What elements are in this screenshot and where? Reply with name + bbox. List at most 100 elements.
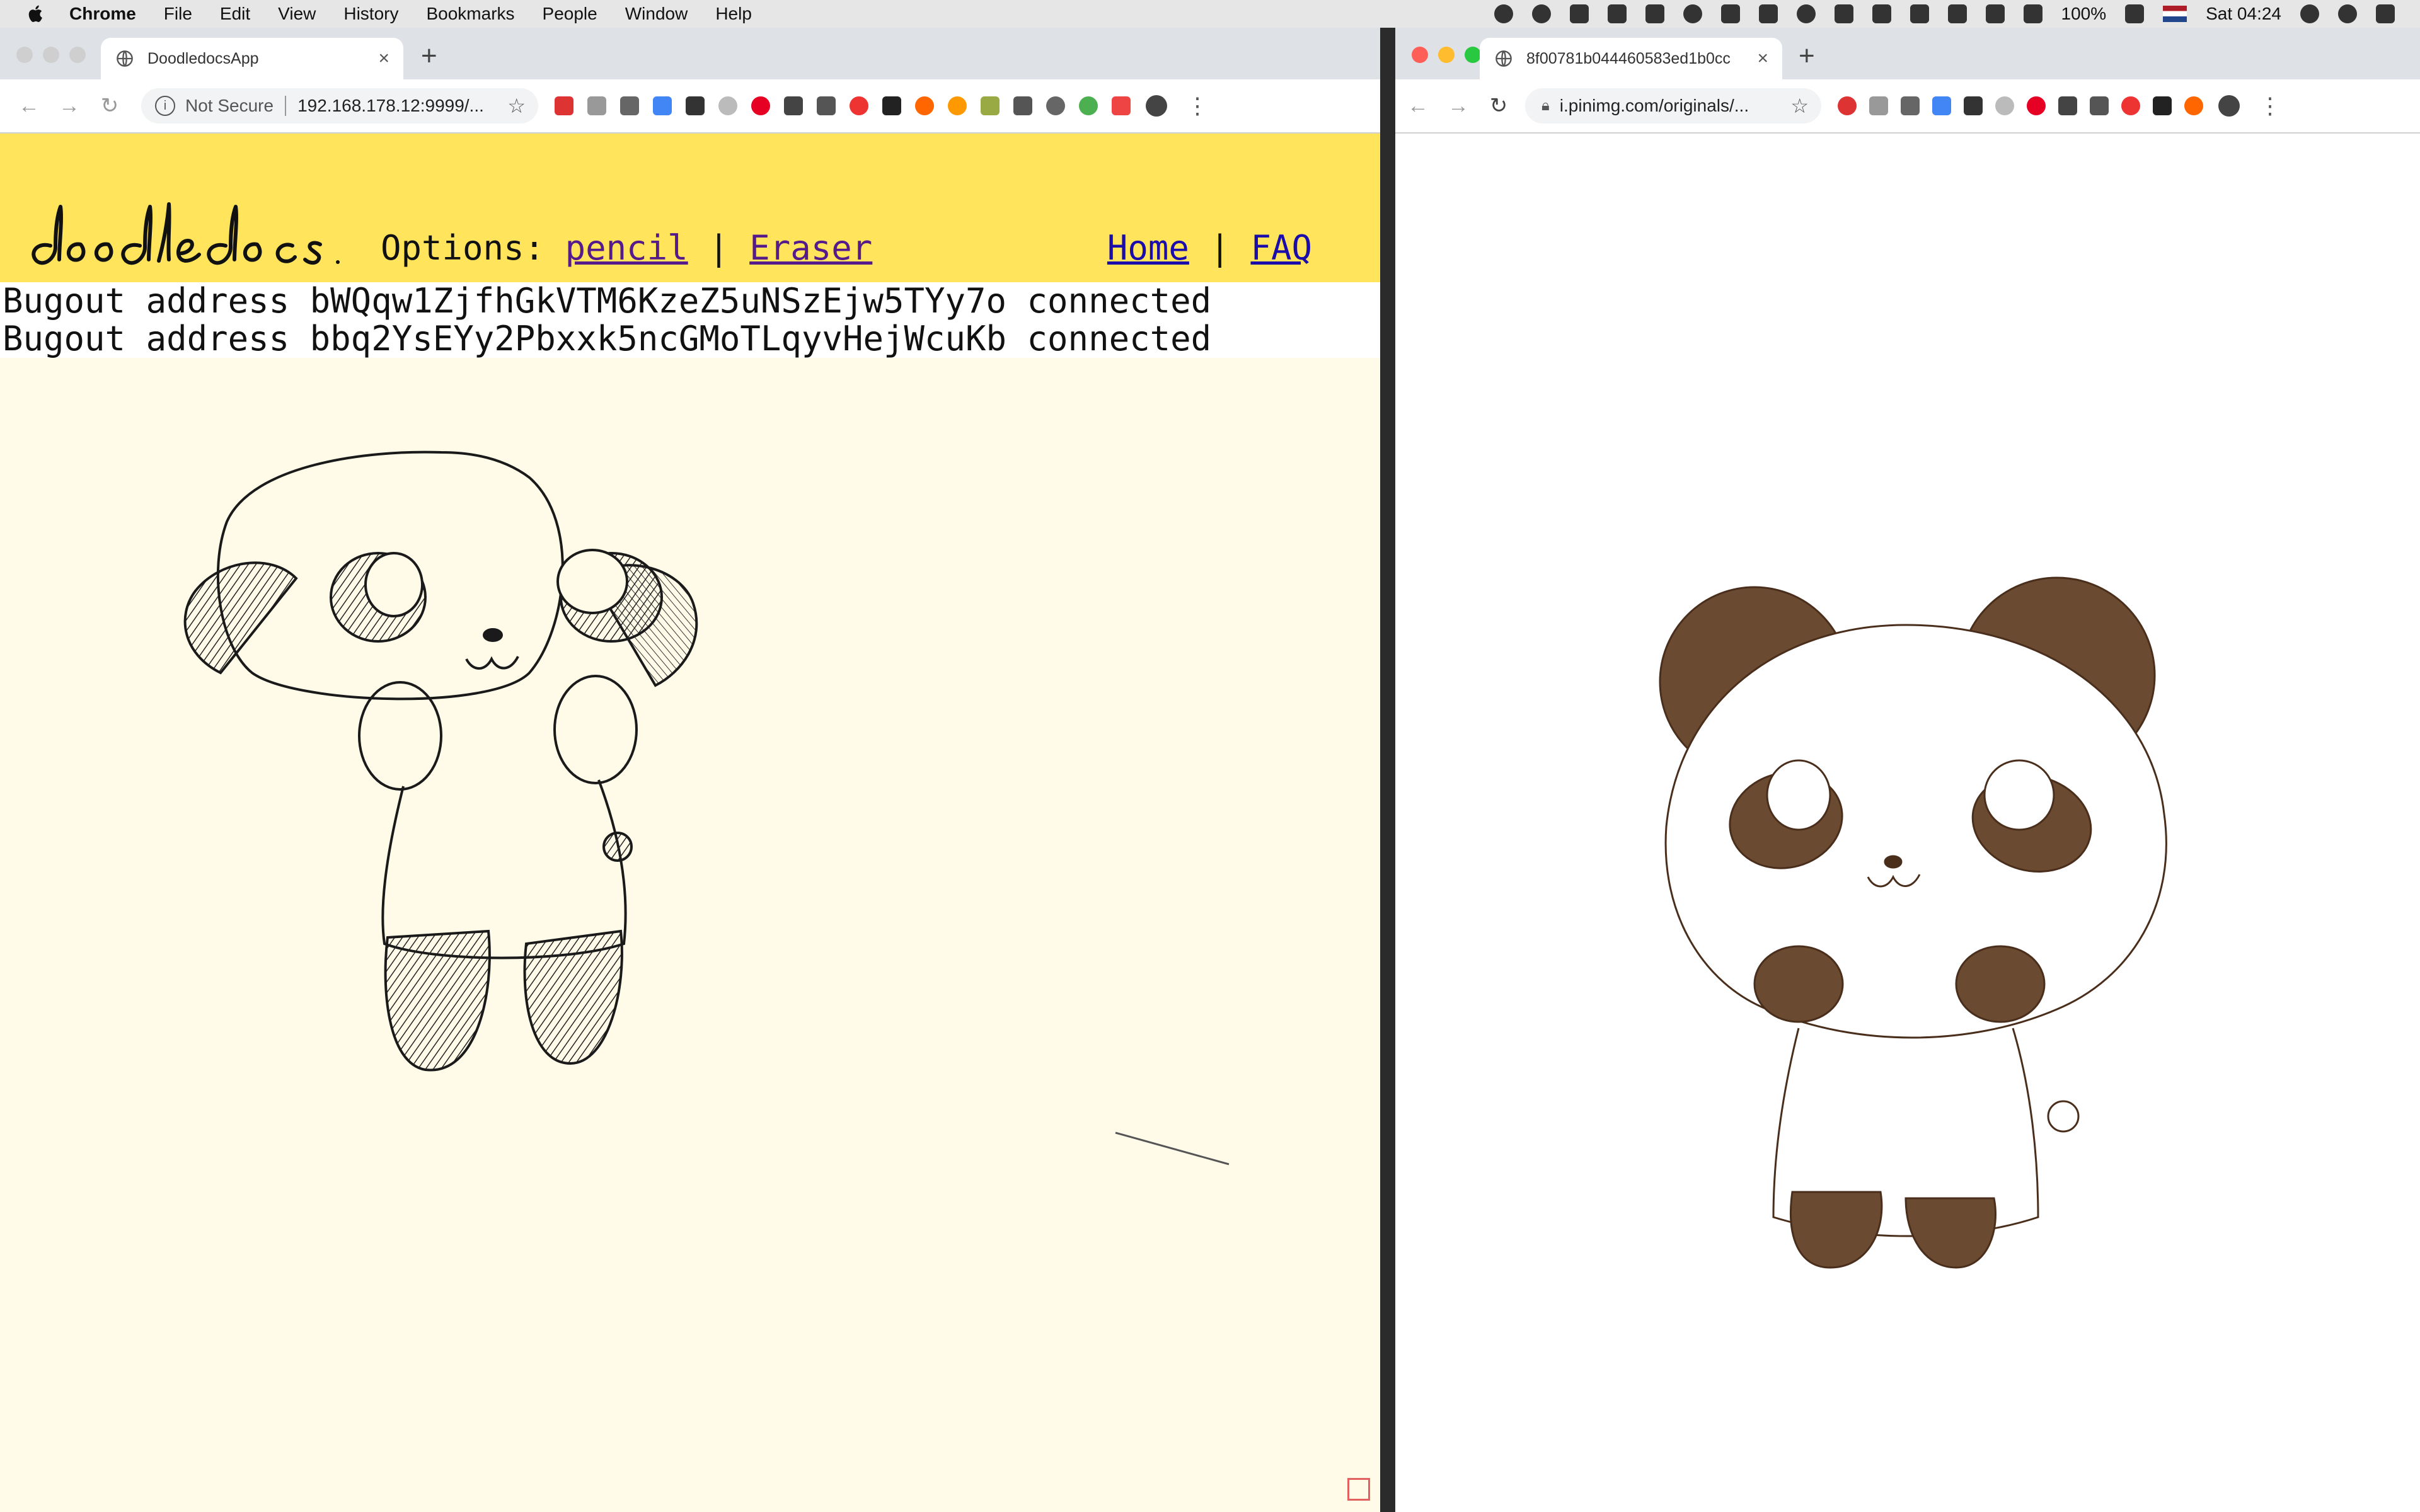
adblock-extension-icon[interactable] — [1838, 96, 1857, 115]
extensions-bar — [555, 96, 1131, 115]
creative-cloud-icon[interactable] — [1683, 4, 1702, 23]
clipboard-status-icon[interactable] — [1569, 4, 1589, 23]
menu-kebab-icon[interactable]: ⋮ — [2259, 93, 2281, 119]
reader-extension-icon[interactable] — [882, 96, 901, 115]
profile-avatar[interactable] — [1146, 95, 1167, 117]
evernote-status-icon[interactable] — [1910, 4, 1929, 23]
reload-icon[interactable]: ↻ — [89, 93, 130, 118]
close-tab-icon[interactable]: × — [378, 48, 389, 69]
color-extension-icon[interactable] — [1079, 96, 1098, 115]
zoom-window-button[interactable] — [1465, 47, 1481, 63]
xcode-status-icon[interactable] — [1494, 4, 1513, 23]
url-text[interactable]: 192.168.178.12:9999/... — [297, 96, 484, 116]
faq-link[interactable]: FAQ — [1250, 228, 1312, 268]
profile-avatar[interactable] — [2218, 95, 2240, 117]
input-source-flag-icon[interactable] — [2163, 6, 2187, 22]
eye-extension-icon[interactable] — [1995, 96, 2014, 115]
timer-extension-icon[interactable] — [2090, 96, 2109, 115]
honey-extension-icon[interactable] — [2058, 96, 2077, 115]
drawing-canvas[interactable] — [0, 358, 1380, 1512]
menu-window[interactable]: Window — [625, 4, 688, 24]
mixpanel-extension-icon[interactable] — [2184, 96, 2203, 115]
notification-center-icon[interactable] — [2376, 4, 2395, 23]
new-tab-button[interactable]: + — [421, 40, 437, 72]
menu-kebab-icon[interactable]: ⋮ — [1186, 93, 1209, 119]
minimize-window-button[interactable] — [43, 47, 59, 63]
close-tab-icon[interactable]: × — [1757, 48, 1768, 69]
canvas-resize-handle[interactable] — [1347, 1478, 1370, 1501]
wifi-icon[interactable] — [1947, 4, 1967, 23]
menubar-clock[interactable]: Sat 04:24 — [2206, 4, 2281, 24]
siri-icon[interactable] — [2338, 4, 2357, 23]
menu-edit[interactable]: Edit — [220, 4, 250, 24]
doodledocs-logo[interactable] — [25, 195, 347, 270]
json-extension-icon[interactable] — [1901, 96, 1920, 115]
lock-icon[interactable]: 🔒︎ — [1541, 97, 1550, 115]
circle-extension-icon[interactable] — [1046, 96, 1065, 115]
teamviewer-icon[interactable] — [1720, 4, 1740, 23]
film-status-icon[interactable] — [1834, 4, 1853, 23]
honey-extension-icon[interactable] — [784, 96, 803, 115]
adblock-extension-icon[interactable] — [555, 96, 573, 115]
reader-extension-icon[interactable] — [2153, 96, 2172, 115]
bookmark-star-icon[interactable]: ☆ — [1790, 94, 1809, 118]
drive-status-icon[interactable] — [1758, 4, 1778, 23]
bird-status-icon[interactable] — [1872, 4, 1891, 23]
pencil-tool-link[interactable]: pencil — [565, 228, 688, 268]
eye-extension-icon[interactable] — [718, 96, 737, 115]
forward-icon[interactable]: → — [49, 94, 89, 118]
timer-extension-icon[interactable] — [817, 96, 836, 115]
todo-extension-icon[interactable] — [1964, 96, 1983, 115]
pin-extension-icon[interactable] — [981, 96, 1000, 115]
address-bar[interactable]: i Not Secure 192.168.178.12:9999/... ☆ — [141, 88, 538, 123]
google-extension-icon[interactable] — [1932, 96, 1951, 115]
reload-icon[interactable]: ↻ — [1478, 93, 1519, 118]
home-link[interactable]: Home — [1107, 228, 1189, 268]
apple-icon[interactable] — [25, 3, 47, 25]
tab-pinimg[interactable]: 8f00781b044460583ed1b0cc × — [1480, 38, 1782, 79]
info-status-icon[interactable] — [1796, 4, 1816, 23]
timer-status-icon[interactable] — [1531, 4, 1551, 23]
window-controls — [1412, 47, 1481, 63]
block-extension-icon[interactable] — [850, 96, 868, 115]
bookmark-star-icon[interactable]: ☆ — [507, 94, 526, 118]
zoom-window-button[interactable] — [69, 47, 86, 63]
pinterest-extension-icon[interactable] — [2027, 96, 2046, 115]
eraser-tool-link[interactable]: Eraser — [749, 228, 872, 268]
url-text[interactable]: i.pinimg.com/originals/... — [1560, 96, 1749, 116]
menu-help[interactable]: Help — [715, 4, 752, 24]
menu-history[interactable]: History — [343, 4, 398, 24]
menu-people[interactable]: People — [543, 4, 597, 24]
pocket-extension-icon[interactable] — [1013, 96, 1032, 115]
back-icon[interactable]: ← — [1398, 94, 1438, 118]
close-window-button[interactable] — [1412, 47, 1428, 63]
block-extension-icon[interactable] — [2121, 96, 2140, 115]
json-extension-icon[interactable] — [620, 96, 639, 115]
vlc-status-icon[interactable] — [1607, 4, 1627, 23]
screen-record-icon[interactable] — [1645, 4, 1664, 23]
new-tab-button[interactable]: + — [1799, 40, 1815, 72]
back-icon[interactable]: ← — [9, 94, 49, 118]
info-icon[interactable]: i — [155, 96, 175, 116]
menu-app-name[interactable]: Chrome — [69, 4, 136, 24]
plus-extension-icon[interactable] — [1112, 96, 1131, 115]
google-extension-icon[interactable] — [653, 96, 672, 115]
menu-file[interactable]: File — [164, 4, 192, 24]
notes-extension-icon[interactable] — [1869, 96, 1888, 115]
minimize-window-button[interactable] — [1438, 47, 1455, 63]
todo-extension-icon[interactable] — [686, 96, 705, 115]
menu-view[interactable]: View — [278, 4, 316, 24]
address-bar[interactable]: 🔒︎ i.pinimg.com/originals/... ☆ — [1525, 88, 1821, 123]
bottle-extension-icon[interactable] — [948, 96, 967, 115]
forward-icon[interactable]: → — [1438, 94, 1478, 118]
close-window-button[interactable] — [16, 47, 33, 63]
bluetooth-icon[interactable] — [1985, 4, 2005, 23]
pinterest-extension-icon[interactable] — [751, 96, 770, 115]
battery-icon[interactable] — [2125, 4, 2145, 23]
volume-icon[interactable] — [2023, 4, 2043, 23]
menu-bookmarks[interactable]: Bookmarks — [426, 4, 514, 24]
notes-extension-icon[interactable] — [587, 96, 606, 115]
tab-doodledocs[interactable]: DoodledocsApp × — [101, 38, 403, 79]
spotlight-search-icon[interactable] — [2300, 4, 2319, 23]
mixpanel-extension-icon[interactable] — [915, 96, 934, 115]
